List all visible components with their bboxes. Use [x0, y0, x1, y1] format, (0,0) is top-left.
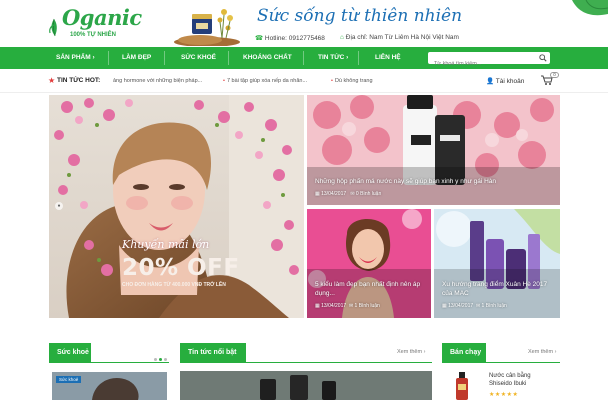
hero-tile-article[interactable]: Xu hướng trang điểm Xuân Hè 2017 của MAC…: [434, 209, 560, 318]
page: Oganic 100% TỰ NHIÊN Sức sống từ thiên n…: [0, 0, 608, 400]
nav-divider: [164, 51, 165, 65]
tile-image: [307, 95, 560, 205]
news-article-image[interactable]: [180, 371, 432, 400]
comment-icon: ✉: [350, 191, 355, 197]
account-link[interactable]: 👤 Tài khoản: [486, 77, 524, 85]
carousel-dots: [152, 348, 167, 366]
calendar-icon: ▦: [315, 191, 320, 197]
nav-item-products[interactable]: SẢN PHẨM ›: [56, 47, 95, 69]
carousel-dot[interactable]: [159, 358, 162, 361]
corner-leaf-decoration: [572, 0, 608, 16]
site-slogan: Sức sống từ thiên nhiên: [257, 6, 463, 26]
tile-date: 13/04/2017: [321, 303, 347, 309]
nav-item-contact[interactable]: LIÊN HỆ: [375, 47, 401, 69]
tile-date: 13/04/2017: [321, 191, 347, 197]
address-text: ⌂ Địa chỉ: Nam Từ Liêm Hà Nội Việt Nam: [340, 34, 459, 41]
search-icon[interactable]: [539, 54, 547, 62]
address-value: Địa chỉ: Nam Từ Liêm Hà Nội Việt Nam: [345, 34, 459, 41]
tile-meta: ▦ 13/04/2017 ✉ 1 Bình luận: [315, 303, 380, 309]
tile-date: 13/04/2017: [448, 303, 474, 309]
section-title-bestseller[interactable]: Bán chạy: [442, 343, 486, 363]
news-section-header: Tin tức nổi bật Xem thêm ›: [180, 343, 432, 363]
view-more-link[interactable]: Xem thêm ›: [397, 349, 425, 355]
phone-icon: ☎: [255, 35, 264, 42]
hot-news-ticker: ★ TIN TỨC HOT: ảng hormone với những biệ…: [0, 69, 608, 93]
tile-comments: 0 Bình luận: [355, 191, 382, 197]
leaf-icon: [49, 18, 57, 37]
section-underline: [49, 362, 169, 363]
ticker-label: TIN TỨC HOT:: [57, 77, 101, 84]
hotline-text: ☎ Hotline: 0912775468: [255, 34, 325, 42]
cart-count-badge: 0: [550, 72, 559, 78]
logo-tagline: 100% TỰ NHIÊN: [70, 32, 116, 38]
star-icon: ★: [48, 76, 56, 85]
hero-dots: ●: [55, 202, 63, 210]
site-logo[interactable]: Oganic 100% TỰ NHIÊN: [46, 5, 142, 45]
section-underline: [442, 362, 560, 363]
health-article-image[interactable]: Sức khoẻ: [52, 372, 167, 400]
tile-comments: 1 Bình luận: [481, 303, 507, 309]
view-more-link[interactable]: Xem thêm ›: [528, 349, 556, 355]
nav-divider: [228, 51, 229, 65]
comment-icon: ✉: [475, 303, 481, 309]
category-badge: Sức khoẻ: [56, 376, 82, 383]
nav-divider: [108, 51, 109, 65]
nav-item-health[interactable]: SỨC KHOẺ: [181, 47, 216, 69]
nav-item-news[interactable]: TIN TỨC ›: [318, 47, 348, 69]
calendar-icon: ▦: [442, 303, 447, 309]
rating-stars: ★★★★★: [489, 392, 519, 398]
calendar-icon: ▦: [315, 303, 320, 309]
nav-divider: [303, 51, 304, 65]
tile-title[interactable]: 5 kiểu làm đẹp bạn nhất định nên áp dụng…: [315, 280, 427, 298]
ticker-item[interactable]: ảng hormone với những biện pháp...: [113, 78, 202, 84]
carousel-dot[interactable]: [164, 358, 167, 361]
tile-meta: ▦ 13/04/2017 ✉ 0 Bình luận: [315, 191, 381, 197]
tile-meta: ▦ 13/04/2017 ✉ 1 Bình luận: [442, 303, 507, 309]
nav-divider: [358, 51, 359, 65]
promo-headline: Khuyến mãi lớn: [122, 238, 210, 251]
tile-image: [434, 209, 560, 318]
nav-item-beauty[interactable]: LÀM ĐẸP: [122, 47, 151, 69]
promo-condition: CHO ĐƠN HÀNG TỪ 400.000 VNĐ TRỞ LÊN: [122, 282, 226, 288]
hotline-value: Hotline: 0912775468: [264, 35, 325, 42]
health-section-header: Sức khoẻ: [49, 343, 169, 363]
account-label: Tài khoản: [495, 78, 525, 85]
bullet-icon: •: [223, 78, 225, 84]
bestseller-section-header: Bán chạy Xem thêm ›: [442, 343, 560, 363]
ticker-item-text: 7 bài tập giúp xóa nếp da nhăn...: [226, 78, 308, 84]
bullet-icon: •: [331, 78, 333, 84]
section-title-health[interactable]: Sức khoẻ: [49, 343, 91, 363]
search-box: [428, 52, 550, 70]
ticker-item-text: ảng hormone với những biện pháp...: [113, 78, 203, 84]
hero-tile-article[interactable]: Những hộp phấn má nước này sẽ giúp bạn x…: [307, 95, 560, 205]
header-product-image: [174, 9, 240, 46]
section-title-news[interactable]: Tin tức nổi bật: [180, 343, 246, 363]
promo-discount: 20% OFF: [122, 255, 240, 281]
site-header: Oganic 100% TỰ NHIÊN Sức sống từ thiên n…: [0, 0, 608, 47]
nav-item-minerals[interactable]: KHOÁNG CHẤT: [243, 47, 292, 69]
ticker-item[interactable]: • Dù không trang: [331, 78, 373, 84]
ticker-item-text: Dù không trang: [334, 78, 373, 84]
tile-title[interactable]: Xu hướng trang điểm Xuân Hè 2017 của MAC: [442, 280, 556, 298]
tile-comments: 1 Bình luận: [354, 303, 380, 309]
bestseller-product-name[interactable]: Nước cân bằng Shiseido Ibuki: [489, 372, 549, 388]
hero-tile-article[interactable]: 5 kiểu làm đẹp bạn nhất định nên áp dụng…: [307, 209, 431, 318]
ticker-item[interactable]: • 7 bài tập giúp xóa nếp da nhăn...: [223, 78, 307, 84]
section-underline: [180, 362, 432, 363]
news-photo: [180, 371, 432, 400]
tile-title[interactable]: Những hộp phấn má nước này sẽ giúp bạn x…: [315, 177, 550, 186]
comment-icon: ✉: [348, 303, 354, 309]
user-icon: 👤: [486, 78, 495, 85]
tile-image: [307, 209, 431, 318]
bestseller-product-image[interactable]: [450, 370, 474, 400]
logo-text: Oganic: [62, 5, 142, 30]
carousel-dot[interactable]: [154, 358, 157, 361]
location-icon: ⌂: [340, 34, 344, 41]
